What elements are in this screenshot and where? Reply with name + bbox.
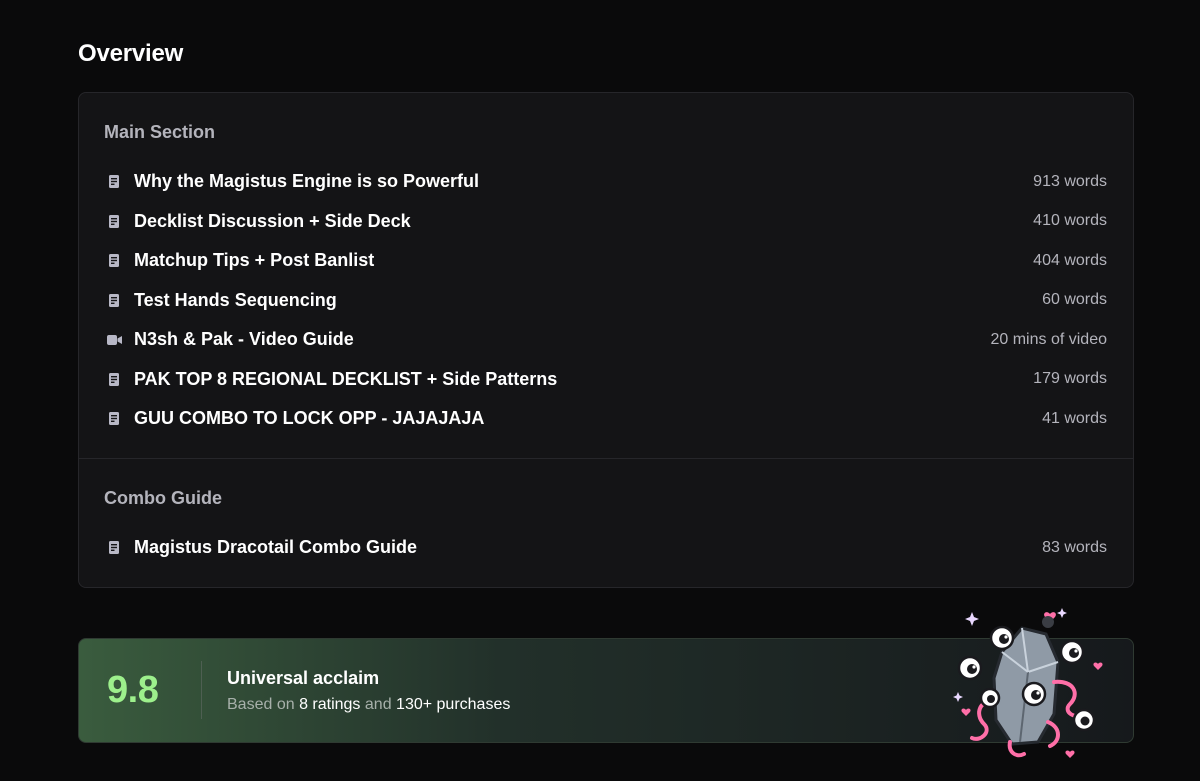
toc-item-title: N3sh & Pak - Video Guide	[134, 329, 354, 350]
rating-divider	[201, 661, 202, 719]
toc-item-meta: 410 words	[1033, 212, 1107, 230]
toc-item-title: GUU COMBO TO LOCK OPP - JAJAJAJA	[134, 408, 485, 429]
toc-section-combo-guide: Combo Guide Magistus Dracotail Combo Gui…	[79, 459, 1133, 589]
crystal-eyes-mascot-icon	[953, 608, 1103, 758]
overview-title: Overview	[78, 40, 184, 67]
toc-item[interactable]: Why the Magistus Engine is so Powerful 9…	[79, 162, 1133, 202]
document-icon	[108, 292, 120, 308]
page: Overview Main Section Why the Magistus E…	[0, 0, 1200, 781]
toc-list: Why the Magistus Engine is so Powerful 9…	[79, 162, 1133, 439]
toc-item-title: Matchup Tips + Post Banlist	[134, 250, 375, 271]
toc-item[interactable]: GUU COMBO TO LOCK OPP - JAJAJAJA 41 word…	[79, 399, 1133, 439]
document-icon	[108, 174, 120, 190]
toc-item-title: Magistus Dracotail Combo Guide	[134, 537, 418, 558]
table-of-contents-card: Main Section Why the Magistus Engine is …	[78, 92, 1134, 588]
toc-item[interactable]: Decklist Discussion + Side Deck 410 word…	[79, 202, 1133, 242]
toc-item-meta: 913 words	[1033, 172, 1107, 190]
document-icon	[108, 371, 120, 387]
rating-summary: Based on 8 ratings and 130+ purchases	[227, 696, 510, 714]
toc-item[interactable]: N3sh & Pak - Video Guide 20 mins of vide…	[79, 320, 1133, 360]
rating-score: 9.8	[107, 669, 159, 711]
section-heading: Main Section	[104, 122, 216, 142]
section-heading: Combo Guide	[104, 488, 222, 508]
toc-item-title: PAK TOP 8 REGIONAL DECKLIST + Side Patte…	[134, 368, 558, 389]
toc-item-title: Test Hands Sequencing	[134, 289, 337, 310]
toc-item-title: Decklist Discussion + Side Deck	[134, 210, 411, 231]
document-icon	[108, 253, 120, 269]
toc-item-meta: 83 words	[1042, 538, 1107, 556]
toc-item-meta: 20 mins of video	[990, 330, 1107, 348]
toc-item-meta: 179 words	[1033, 370, 1107, 388]
rating-label: Universal acclaim	[227, 668, 380, 688]
rating-summary-prefix: Based on	[227, 696, 295, 713]
toc-item[interactable]: Matchup Tips + Post Banlist 404 words	[79, 241, 1133, 281]
toc-item[interactable]: Test Hands Sequencing 60 words	[79, 281, 1133, 321]
video-camera-icon	[106, 332, 122, 348]
purchases-count: 130+ purchases	[396, 696, 511, 713]
toc-item-title: Why the Magistus Engine is so Powerful	[134, 171, 480, 192]
ratings-count: 8 ratings	[299, 696, 361, 713]
toc-item-meta: 60 words	[1042, 291, 1107, 309]
toc-item-meta: 41 words	[1042, 409, 1107, 427]
toc-item[interactable]: Magistus Dracotail Combo Guide 83 words	[79, 528, 1133, 568]
toc-list: Magistus Dracotail Combo Guide 83 words	[79, 528, 1133, 568]
toc-item-meta: 404 words	[1033, 251, 1107, 269]
toc-item[interactable]: PAK TOP 8 REGIONAL DECKLIST + Side Patte…	[79, 360, 1133, 400]
rating-summary-mid: and	[364, 696, 392, 713]
document-icon	[108, 540, 120, 556]
toc-section-main: Main Section Why the Magistus Engine is …	[79, 93, 1133, 459]
document-icon	[108, 411, 120, 427]
document-icon	[108, 213, 120, 229]
